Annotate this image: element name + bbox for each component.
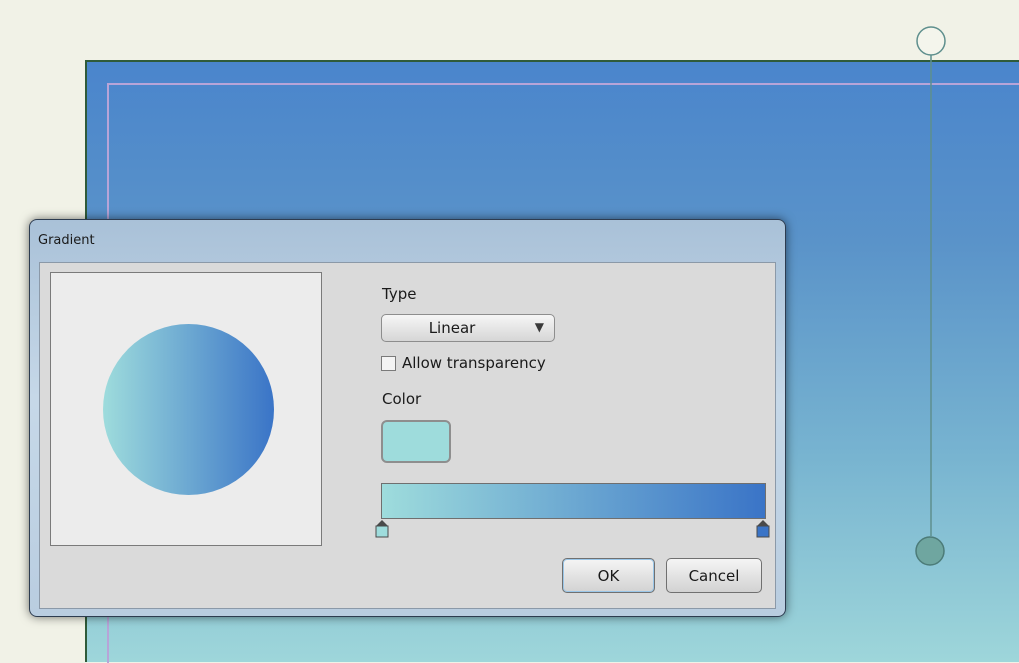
gradient-handle-end-icon[interactable] (915, 536, 945, 566)
stop-end-color (756, 525, 770, 538)
ok-button[interactable]: OK (562, 558, 655, 593)
gradient-handle-start-icon[interactable] (916, 26, 946, 56)
gradient-stop-icon[interactable] (756, 520, 770, 538)
allow-transparency-label[interactable]: Allow transparency (402, 354, 546, 372)
allow-transparency-checkbox[interactable] (381, 356, 396, 371)
gradient-stop-icon[interactable] (375, 520, 389, 538)
dialog-body: Type Linear ▼ Allow transparency Color O… (39, 262, 776, 609)
type-dropdown[interactable]: Linear ▼ (381, 314, 555, 342)
gradient-dialog: Gradient Type Linear ▼ Allow transparenc… (29, 219, 786, 617)
color-label: Color (382, 390, 422, 408)
preview-circle (103, 324, 274, 495)
type-label: Type (382, 285, 417, 303)
chevron-down-icon: ▼ (534, 320, 544, 334)
dialog-title: Gradient (38, 233, 95, 248)
stop-start-color (375, 525, 389, 538)
color-swatch-button[interactable] (381, 420, 451, 463)
type-selected-value: Linear (428, 319, 476, 337)
gradient-bar[interactable] (381, 483, 766, 519)
gradient-preview (50, 272, 322, 546)
cancel-button[interactable]: Cancel (666, 558, 762, 593)
